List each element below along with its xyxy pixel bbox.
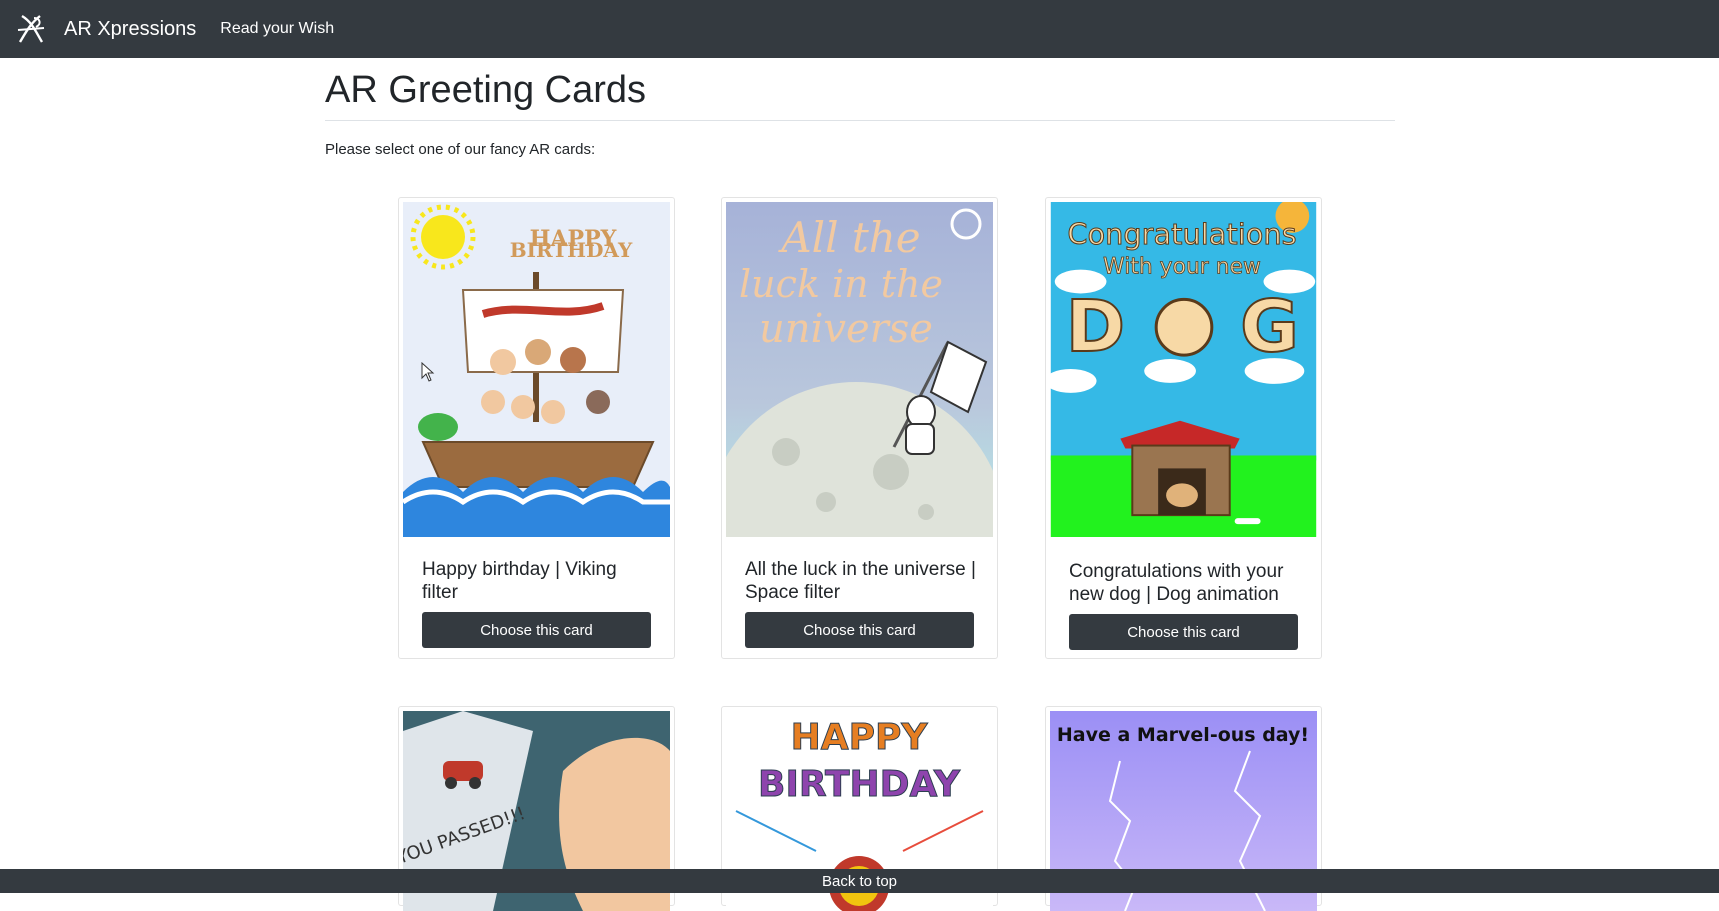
- page-lead: Please select one of our fancy AR cards:: [325, 141, 1395, 158]
- card-image-text: BIRTHDAY: [758, 764, 961, 805]
- footer: Back to top: [0, 869, 1719, 893]
- nav-link-read-your-wish[interactable]: Read your Wish: [220, 20, 334, 38]
- card-image-text: All the: [777, 213, 920, 262]
- card-dog: Congratulations With your new D G Congra…: [1045, 197, 1322, 659]
- card-image-text: Have a Marvel-ous day!: [1057, 724, 1309, 746]
- card-image-text: universe: [759, 306, 933, 352]
- main-container: AR Greeting Cards Please select one of o…: [325, 58, 1395, 158]
- choose-card-button[interactable]: Choose this card: [422, 612, 651, 648]
- card-viking: HAPPY BIRTHDAY Happy birthday | Viking f…: [398, 197, 675, 659]
- viking-card-image[interactable]: HAPPY BIRTHDAY: [403, 202, 670, 537]
- card-image-text: BIRTHDAY: [510, 238, 633, 262]
- space-card-image[interactable]: All the luck in the universe: [726, 202, 993, 537]
- card-space: All the luck in the universe All the luc…: [721, 197, 998, 659]
- back-to-top-link[interactable]: Back to top: [822, 873, 897, 890]
- card-image-text: D: [1066, 285, 1125, 368]
- card-image-text: HAPPY: [791, 717, 929, 758]
- brand-name[interactable]: AR Xpressions: [64, 18, 196, 41]
- dog-card-image[interactable]: Congratulations With your new D G: [1050, 202, 1317, 537]
- card-image-text: luck in the: [739, 262, 943, 306]
- navbar: AR Xpressions Read your Wish: [0, 0, 1719, 58]
- title-divider: [325, 120, 1395, 121]
- ar-logo-icon[interactable]: [14, 12, 48, 46]
- choose-card-button[interactable]: Choose this card: [1069, 614, 1298, 650]
- card-title: Happy birthday | Viking filter: [422, 558, 657, 604]
- card-image-text: With your new: [1103, 255, 1261, 280]
- card-title: All the luck in the universe | Space fil…: [745, 558, 980, 604]
- card-image-text: Congratulations: [1067, 217, 1296, 251]
- mouse-cursor-icon: [421, 362, 435, 382]
- choose-card-button[interactable]: Choose this card: [745, 612, 974, 648]
- card-title: Congratulations with your new dog | Dog …: [1069, 560, 1304, 606]
- card-image-text: G: [1240, 285, 1299, 368]
- page-title: AR Greeting Cards: [325, 62, 1395, 118]
